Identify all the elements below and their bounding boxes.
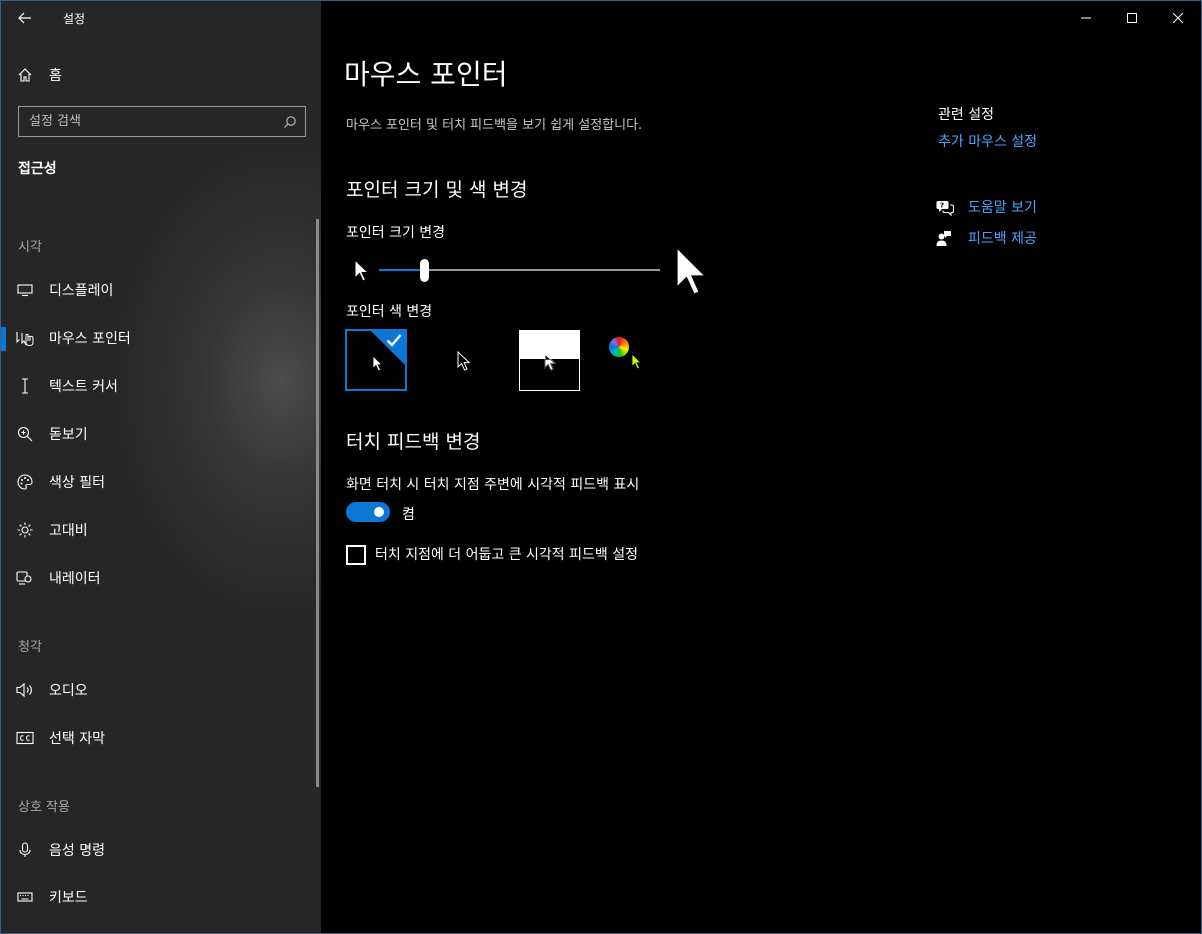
section-title: 접근성: [18, 161, 57, 177]
nav-label: 색상 필터: [49, 475, 105, 491]
nav-item-narrator[interactable]: 내레이터: [1, 556, 317, 600]
nav-item-closed-captions[interactable]: 선택 자막: [1, 716, 317, 760]
narrator-icon: [1, 570, 49, 586]
maximize-icon: [1127, 13, 1137, 23]
nav-item-audio[interactable]: 오디오: [1, 668, 317, 712]
checkmark-icon: [386, 334, 402, 347]
page-title: 마우스 포인터: [344, 58, 508, 91]
palette-icon: [1, 474, 49, 490]
custom-color-cursor-icon: [631, 353, 642, 370]
touch-section-heading: 터치 피드백 변경: [346, 431, 481, 453]
get-help-row[interactable]: ? 도움말 보기: [936, 196, 1037, 218]
app-title: 설정: [63, 11, 86, 26]
search-input[interactable]: [19, 114, 275, 129]
window-controls: [1063, 1, 1201, 35]
nav-label: 텍스트 커서: [49, 379, 118, 395]
feedback-person-icon: [936, 230, 968, 247]
nav-item-speech[interactable]: 음성 명령: [1, 828, 317, 872]
related-settings-title: 관련 설정: [938, 107, 994, 123]
touch-feedback-label: 화면 터치 시 터치 지점 주변에 시각적 피드백 표시: [346, 477, 640, 493]
additional-mouse-settings-link[interactable]: 추가 마우스 설정: [938, 131, 1037, 151]
pointer-size-slider[interactable]: [379, 257, 660, 283]
small-pointer-icon: [354, 259, 370, 282]
maximize-button[interactable]: [1109, 1, 1155, 35]
pointer-section-heading: 포인터 크기 및 색 변경: [346, 179, 528, 201]
search-box[interactable]: [18, 106, 306, 137]
mouse-pointer-icon: [1, 330, 49, 346]
slider-thumb[interactable]: [420, 259, 429, 282]
give-feedback-link[interactable]: 피드백 제공: [968, 228, 1037, 248]
main-content: 마우스 포인터 마우스 포인터 및 터치 피드백을 보기 쉽게 설정합니다. 포…: [321, 1, 1201, 933]
pointer-color-black-option[interactable]: [435, 329, 497, 391]
toggle-knob: [374, 507, 384, 517]
slider-fill: [379, 269, 424, 271]
touch-feedback-toggle[interactable]: [346, 502, 390, 522]
monitor-icon: [1, 283, 49, 297]
text-cursor-icon: [1, 378, 49, 394]
nav-item-high-contrast[interactable]: 고대비: [1, 508, 317, 552]
nav-label: 마우스 포인터: [49, 331, 131, 347]
nav-label: 내레이터: [49, 571, 101, 587]
nav-item-magnifier[interactable]: 돋보기: [1, 412, 317, 456]
nav-label: 키보드: [49, 890, 88, 906]
pointer-size-label: 포인터 크기 변경: [346, 225, 446, 241]
keyboard-icon: [1, 891, 49, 903]
nav-label: 고대비: [49, 523, 88, 539]
microphone-icon: [1, 842, 49, 858]
black-cursor-icon: [457, 351, 471, 371]
pointer-color-inverted-option[interactable]: [519, 330, 580, 391]
nav-item-display[interactable]: 디스플레이: [1, 268, 317, 312]
close-icon: [1172, 12, 1184, 24]
group-label-vision: 시각: [18, 240, 42, 255]
darker-feedback-label: 터치 지점에 더 어둡고 큰 시각적 피드백 설정: [375, 547, 638, 563]
home-icon: [1, 67, 49, 83]
large-pointer-icon: [676, 247, 707, 295]
give-feedback-row[interactable]: 피드백 제공: [936, 227, 1037, 249]
svg-text:?: ?: [940, 201, 944, 209]
pointer-color-custom-option[interactable]: [607, 329, 669, 391]
sidebar-scrollbar[interactable]: [316, 219, 319, 787]
help-chat-icon: ?: [936, 199, 968, 216]
pointer-color-label: 포인터 색 변경: [346, 304, 433, 320]
nav-item-color-filters[interactable]: 색상 필터: [1, 460, 317, 504]
close-button[interactable]: [1155, 1, 1201, 35]
brightness-icon: [1, 522, 49, 538]
minimize-button[interactable]: [1063, 1, 1109, 35]
search-icon[interactable]: [275, 115, 305, 129]
magnifier-icon: [1, 426, 49, 442]
closed-caption-icon: [1, 731, 49, 745]
home-nav-item[interactable]: 홈: [1, 57, 321, 93]
sidebar: 설정 홈 접근성 시각 디스플레이 마우스 포인: [1, 1, 321, 933]
speaker-icon: [1, 682, 49, 698]
color-wheel-icon: [609, 337, 629, 357]
minimize-icon: [1081, 17, 1091, 19]
nav-item-text-cursor[interactable]: 텍스트 커서: [1, 364, 317, 408]
nav-label: 음성 명령: [49, 843, 105, 859]
nav-label: 오디오: [49, 683, 88, 699]
back-arrow-icon: [18, 12, 31, 24]
nav-label: 디스플레이: [49, 283, 114, 299]
home-label: 홈: [49, 68, 62, 84]
group-label-interaction: 상호 작용: [18, 800, 70, 815]
nav-label: 선택 자막: [49, 731, 105, 747]
inverted-cursor-icon: [544, 353, 556, 371]
white-cursor-icon: [372, 355, 383, 372]
pointer-color-white-option[interactable]: [345, 329, 407, 391]
page-description: 마우스 포인터 및 터치 피드백을 보기 쉽게 설정합니다.: [346, 118, 643, 133]
title-bar: 설정: [1, 1, 321, 35]
nav-item-mouse-pointer[interactable]: 마우스 포인터: [1, 316, 317, 360]
nav-item-keyboard[interactable]: 키보드: [1, 875, 317, 919]
toggle-state-label: 켬: [402, 507, 415, 523]
settings-window: 설정 홈 접근성 시각 디스플레이 마우스 포인: [0, 0, 1202, 934]
get-help-link[interactable]: 도움말 보기: [968, 197, 1037, 217]
back-button[interactable]: [1, 1, 49, 35]
nav-label: 돋보기: [49, 427, 88, 443]
group-label-hearing: 청각: [18, 640, 42, 655]
darker-feedback-checkbox[interactable]: [346, 545, 366, 565]
